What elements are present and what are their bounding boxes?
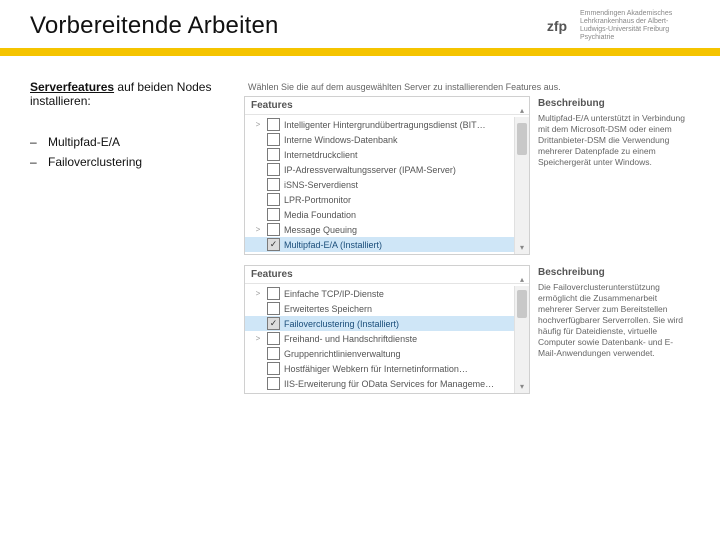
page-title: Vorbereitende Arbeiten bbox=[30, 12, 279, 40]
scrollbar[interactable]: ▴ ▾ bbox=[514, 286, 529, 393]
feature-item[interactable]: IP-Adressverwaltungsserver (IPAM-Server) bbox=[245, 162, 529, 177]
scrollbar[interactable]: ▴ ▾ bbox=[514, 117, 529, 254]
feature-label: Internetdruckclient bbox=[284, 150, 525, 160]
description-text: Die Failoverclusterunterstützung ermögli… bbox=[538, 282, 688, 359]
feature-item[interactable]: Erweitertes Speichern bbox=[245, 301, 529, 316]
bullet-item: Multipfad-E/A bbox=[48, 132, 120, 152]
scroll-thumb[interactable] bbox=[517, 123, 527, 155]
feature-label: Hostfähiger Webkern für Internetinformat… bbox=[284, 364, 525, 374]
feature-item[interactable]: Failoverclustering (Installiert) bbox=[245, 316, 529, 331]
checkbox[interactable] bbox=[267, 238, 280, 251]
logo-caption: Emmendingen Akademisches Lehrkrankenhaus… bbox=[580, 10, 690, 42]
expand-icon bbox=[253, 135, 263, 145]
checkbox[interactable] bbox=[267, 133, 280, 146]
feature-item[interactable]: IIS-Erweiterung für OData Services for M… bbox=[245, 376, 529, 391]
checkbox[interactable] bbox=[267, 332, 280, 345]
features-tree-2[interactable]: Features > Einfache TCP/IP-Dienste Erweite… bbox=[244, 265, 530, 394]
expand-icon bbox=[253, 165, 263, 175]
description-text: Multipfad-E/A unterstützt in Verbindung … bbox=[538, 113, 688, 168]
expand-icon[interactable]: > bbox=[253, 334, 263, 344]
features-panel-1: Wählen Sie die auf dem ausgewählten Serv… bbox=[244, 80, 690, 255]
feature-label: iSNS-Serverdienst bbox=[284, 180, 525, 190]
checkbox[interactable] bbox=[267, 287, 280, 300]
logo: zfp Emmendingen Akademisches Lehrkranken… bbox=[540, 10, 690, 42]
feature-item[interactable]: Hostfähiger Webkern für Internetinformat… bbox=[245, 361, 529, 376]
accent-bar bbox=[0, 48, 720, 56]
checkbox[interactable] bbox=[267, 223, 280, 236]
feature-label: Erweitertes Speichern bbox=[284, 304, 525, 314]
feature-item[interactable]: > Intelligenter Hintergrundübertragungsdi… bbox=[245, 117, 529, 132]
description-pane-2: Beschreibung Die Failoverclusterunterstü… bbox=[536, 265, 690, 394]
feature-label: IP-Adressverwaltungsserver (IPAM-Server) bbox=[284, 165, 525, 175]
features-panel-2: Features > Einfache TCP/IP-Dienste Erweite… bbox=[244, 265, 690, 394]
expand-icon bbox=[253, 379, 263, 389]
feature-label: Message Queuing bbox=[284, 225, 525, 235]
feature-label: Failoverclustering (Installiert) bbox=[284, 319, 525, 329]
feature-label: Einfache TCP/IP-Dienste bbox=[284, 289, 525, 299]
feature-item[interactable]: LPR-Portmonitor bbox=[245, 192, 529, 207]
feature-label: Multipfad-E/A (Installiert) bbox=[284, 240, 525, 250]
description-pane-1: Beschreibung Multipfad-E/A unterstützt i… bbox=[536, 96, 690, 255]
tree-header: Features bbox=[245, 266, 529, 284]
checkbox[interactable] bbox=[267, 347, 280, 360]
expand-icon bbox=[253, 240, 263, 250]
feature-item[interactable]: Multipfad-E/A (Installiert) bbox=[245, 237, 529, 252]
feature-label: IIS-Erweiterung für OData Services for M… bbox=[284, 379, 525, 389]
feature-item[interactable]: iSNS-Serverdienst bbox=[245, 177, 529, 192]
expand-icon bbox=[253, 150, 263, 160]
feature-item[interactable]: > Message Queuing bbox=[245, 222, 529, 237]
scroll-down-icon[interactable]: ▾ bbox=[515, 379, 529, 393]
description-header: Beschreibung bbox=[538, 267, 688, 278]
feature-label: Media Foundation bbox=[284, 210, 525, 220]
checkbox[interactable] bbox=[267, 118, 280, 131]
expand-icon bbox=[253, 180, 263, 190]
expand-icon[interactable]: > bbox=[253, 225, 263, 235]
expand-icon bbox=[253, 210, 263, 220]
feature-label: Freihand- und Handschriftdienste bbox=[284, 334, 525, 344]
panel-instruction: Wählen Sie die auf dem ausgewählten Serv… bbox=[248, 82, 690, 92]
expand-icon bbox=[253, 304, 263, 314]
checkbox[interactable] bbox=[267, 163, 280, 176]
checkbox[interactable] bbox=[267, 362, 280, 375]
expand-icon[interactable]: > bbox=[253, 120, 263, 130]
checkbox[interactable] bbox=[267, 193, 280, 206]
feature-item[interactable]: > Freihand- und Handschriftdienste bbox=[245, 331, 529, 346]
expand-icon bbox=[253, 319, 263, 329]
logo-mark: zfp bbox=[540, 14, 574, 38]
features-tree-1[interactable]: Features > Intelligenter Hintergrundübert… bbox=[244, 96, 530, 255]
checkbox[interactable] bbox=[267, 377, 280, 390]
scroll-down-icon[interactable]: ▾ bbox=[515, 240, 529, 254]
checkbox[interactable] bbox=[267, 302, 280, 315]
bullet-item: Failoverclustering bbox=[48, 152, 142, 172]
feature-item[interactable]: Internetdruckclient bbox=[245, 147, 529, 162]
checkbox[interactable] bbox=[267, 178, 280, 191]
feature-item[interactable]: > Einfache TCP/IP-Dienste bbox=[245, 286, 529, 301]
feature-label: Gruppenrichtlinienverwaltung bbox=[284, 349, 525, 359]
feature-label: LPR-Portmonitor bbox=[284, 195, 525, 205]
scroll-up-icon[interactable]: ▴ bbox=[515, 272, 529, 286]
expand-icon bbox=[253, 195, 263, 205]
feature-label: Interne Windows-Datenbank bbox=[284, 135, 525, 145]
feature-label: Intelligenter Hintergrundübertragungsdie… bbox=[284, 120, 525, 130]
tree-header: Features bbox=[245, 97, 529, 115]
expand-icon[interactable]: > bbox=[253, 289, 263, 299]
checkbox[interactable] bbox=[267, 317, 280, 330]
expand-icon bbox=[253, 349, 263, 359]
scroll-thumb[interactable] bbox=[517, 290, 527, 318]
feature-item[interactable]: Gruppenrichtlinienverwaltung bbox=[245, 346, 529, 361]
description-header: Beschreibung bbox=[538, 98, 688, 109]
bullet-list: –Multipfad-E/A –Failoverclustering bbox=[30, 132, 230, 172]
expand-icon bbox=[253, 364, 263, 374]
scroll-up-icon[interactable]: ▴ bbox=[515, 103, 529, 117]
checkbox[interactable] bbox=[267, 208, 280, 221]
feature-item[interactable]: Media Foundation bbox=[245, 207, 529, 222]
intro-text: Serverfeatures auf beiden Nodes installi… bbox=[30, 80, 230, 108]
feature-item[interactable]: Interne Windows-Datenbank bbox=[245, 132, 529, 147]
checkbox[interactable] bbox=[267, 148, 280, 161]
